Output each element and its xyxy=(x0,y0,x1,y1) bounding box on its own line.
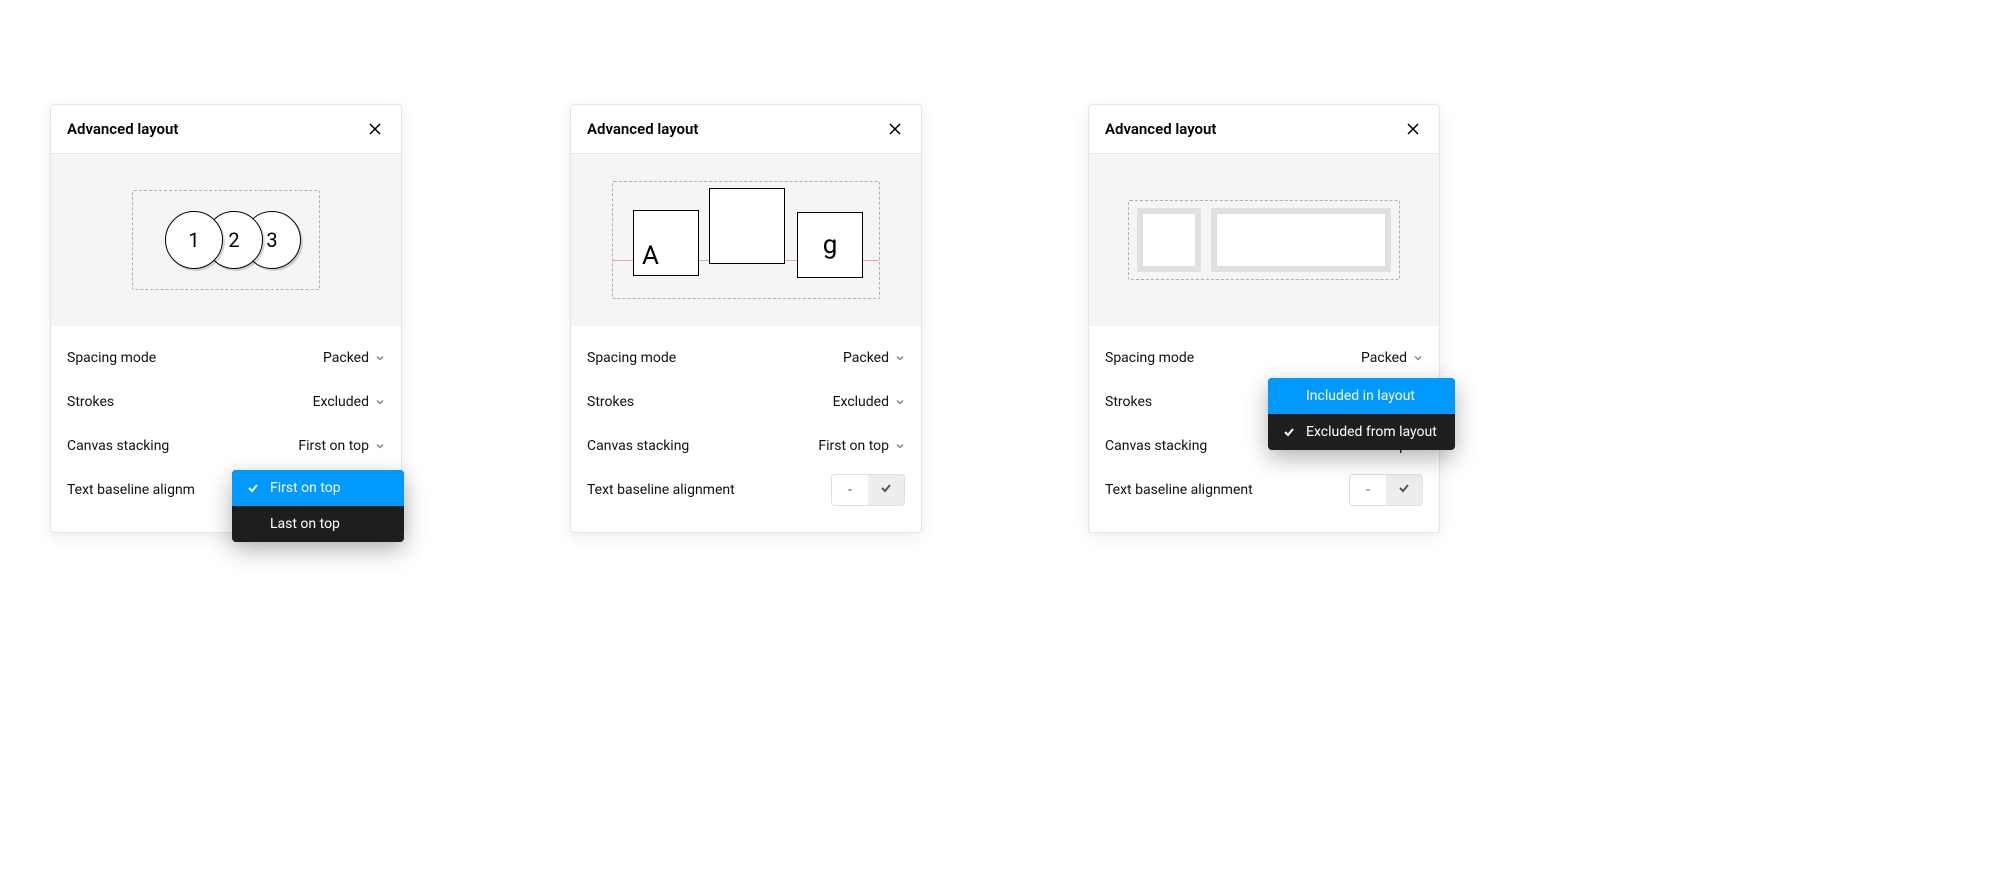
spacing-mode-value: Packed xyxy=(843,350,889,366)
check-icon xyxy=(880,482,892,498)
preview-area xyxy=(1089,154,1439,326)
baseline-off-button[interactable]: - xyxy=(1350,475,1386,505)
strokes-value: Excluded xyxy=(313,394,369,410)
canvas-stacking-value: First on top xyxy=(298,438,369,454)
preview-box-g: g xyxy=(797,212,863,278)
settings-list: Spacing mode Packed Strokes Excluded Can… xyxy=(571,326,921,532)
close-icon[interactable] xyxy=(365,119,385,139)
baseline-on-button[interactable] xyxy=(1386,475,1422,505)
canvas-stacking-label: Canvas stacking xyxy=(587,438,689,454)
canvas-stacking-dropdown[interactable]: First on top xyxy=(298,438,385,454)
row-text-baseline: Text baseline alignment - xyxy=(587,468,905,512)
text-baseline-toggle: - xyxy=(831,474,905,506)
menu-item-included-in-layout[interactable]: Included in layout xyxy=(1268,378,1455,414)
baseline-on-button[interactable] xyxy=(868,475,904,505)
menu-item-label: Excluded from layout xyxy=(1306,424,1437,440)
preview-box-a: A xyxy=(633,210,699,276)
row-canvas-stacking: Canvas stacking First on top xyxy=(587,424,905,468)
strokes-dropdown[interactable]: Excluded xyxy=(313,394,385,410)
spacing-mode-dropdown[interactable]: Packed xyxy=(1361,350,1423,366)
close-icon[interactable] xyxy=(1403,119,1423,139)
spacing-mode-label: Spacing mode xyxy=(587,350,676,366)
spacing-mode-value: Packed xyxy=(323,350,369,366)
preview-frame xyxy=(1128,200,1400,280)
row-text-baseline: Text baseline alignment - xyxy=(1105,468,1423,512)
text-baseline-label: Text baseline alignm xyxy=(67,482,195,498)
strokes-label: Strokes xyxy=(67,394,114,410)
panel-header: Advanced layout xyxy=(1089,105,1439,154)
row-strokes: Strokes Excluded xyxy=(67,380,385,424)
panel-title: Advanced layout xyxy=(67,120,178,138)
panel-title: Advanced layout xyxy=(1105,120,1216,138)
spacing-mode-label: Spacing mode xyxy=(67,350,156,366)
chevron-down-icon xyxy=(895,353,905,363)
menu-item-first-on-top[interactable]: First on top xyxy=(232,470,404,506)
text-baseline-label: Text baseline alignment xyxy=(587,482,735,498)
advanced-layout-panel: Advanced layout A g Spacing mode Packed … xyxy=(570,104,922,533)
chevron-down-icon xyxy=(375,441,385,451)
canvas-stacking-label: Canvas stacking xyxy=(67,438,169,454)
row-spacing-mode: Spacing mode Packed xyxy=(67,336,385,380)
preview-area: 1 2 3 xyxy=(51,154,401,326)
panel-title: Advanced layout xyxy=(587,120,698,138)
advanced-layout-panel: Advanced layout Spacing mode Packed Stro… xyxy=(1088,104,1440,533)
row-strokes: Strokes Excluded xyxy=(587,380,905,424)
strokes-value: Excluded xyxy=(833,394,889,410)
preview-card-small xyxy=(1137,208,1201,272)
canvas-stacking-menu: First on top Last on top xyxy=(232,470,404,542)
check-icon xyxy=(246,482,260,494)
preview-area: A g xyxy=(571,154,921,326)
menu-item-last-on-top[interactable]: Last on top xyxy=(232,506,404,542)
spacing-mode-value: Packed xyxy=(1361,350,1407,366)
chevron-down-icon xyxy=(375,397,385,407)
preview-box-empty xyxy=(709,188,785,264)
text-baseline-toggle: - xyxy=(1349,474,1423,506)
check-icon xyxy=(1398,482,1410,498)
menu-item-label: First on top xyxy=(270,480,341,496)
check-icon xyxy=(1282,426,1296,438)
chevron-down-icon xyxy=(1413,353,1423,363)
panel-header: Advanced layout xyxy=(571,105,921,154)
preview-card-large xyxy=(1211,208,1391,272)
menu-item-label: Included in layout xyxy=(1306,388,1415,404)
spacing-mode-dropdown[interactable]: Packed xyxy=(323,350,385,366)
canvas-stacking-label: Canvas stacking xyxy=(1105,438,1207,454)
preview-frame: A g xyxy=(612,181,880,299)
spacing-mode-label: Spacing mode xyxy=(1105,350,1194,366)
advanced-layout-panel: Advanced layout 1 2 3 Spacing mode Packe… xyxy=(50,104,402,533)
baseline-off-button[interactable]: - xyxy=(832,475,868,505)
chevron-down-icon xyxy=(375,353,385,363)
preview-circle-1: 1 xyxy=(165,211,223,269)
canvas-stacking-value: First on top xyxy=(818,438,889,454)
row-spacing-mode: Spacing mode Packed xyxy=(587,336,905,380)
text-baseline-label: Text baseline alignment xyxy=(1105,482,1253,498)
strokes-label: Strokes xyxy=(587,394,634,410)
strokes-menu: Included in layout Excluded from layout xyxy=(1268,378,1455,450)
close-icon[interactable] xyxy=(885,119,905,139)
spacing-mode-dropdown[interactable]: Packed xyxy=(843,350,905,366)
panel-header: Advanced layout xyxy=(51,105,401,154)
row-spacing-mode: Spacing mode Packed xyxy=(1105,336,1423,380)
row-canvas-stacking: Canvas stacking First on top xyxy=(67,424,385,468)
strokes-dropdown[interactable]: Excluded xyxy=(833,394,905,410)
chevron-down-icon xyxy=(895,397,905,407)
preview-frame: 1 2 3 xyxy=(132,190,320,290)
menu-item-excluded-from-layout[interactable]: Excluded from layout xyxy=(1268,414,1455,450)
chevron-down-icon xyxy=(895,441,905,451)
menu-item-label: Last on top xyxy=(270,516,340,532)
strokes-label: Strokes xyxy=(1105,394,1152,410)
canvas-stacking-dropdown[interactable]: First on top xyxy=(818,438,905,454)
